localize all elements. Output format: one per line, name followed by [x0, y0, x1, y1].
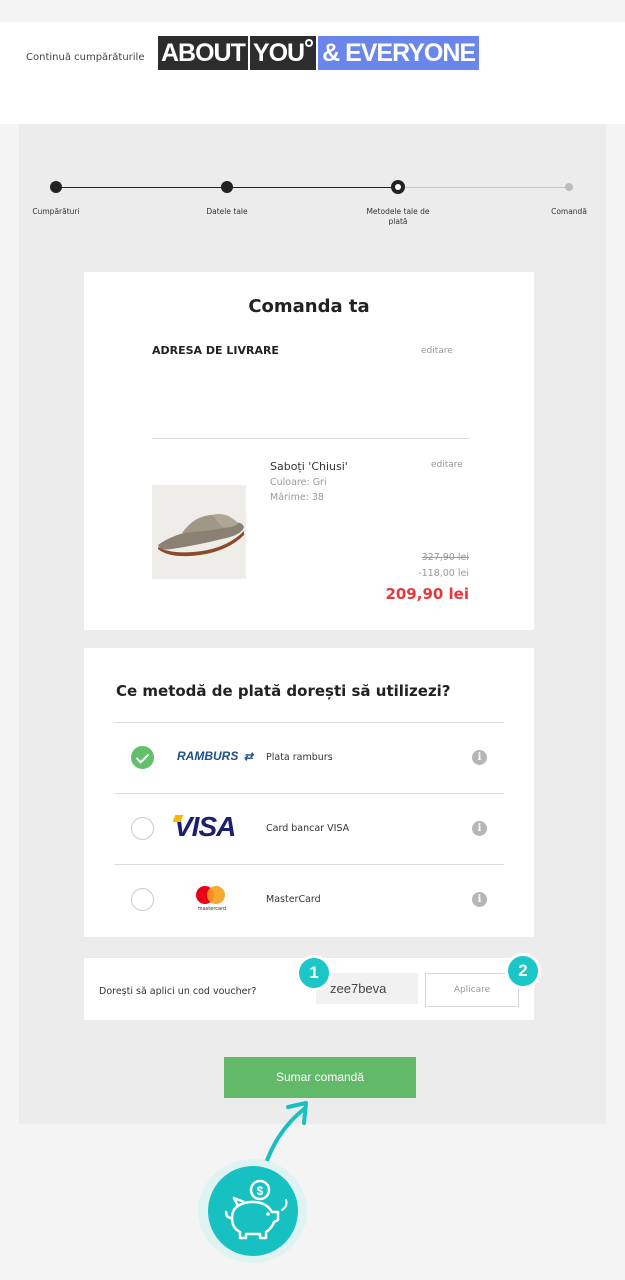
mastercard-logo: mastercard	[194, 886, 230, 914]
payment-option-mastercard[interactable]: mastercard MasterCard i	[114, 864, 504, 934]
product-color: Culoare: Gri	[270, 477, 327, 488]
price-final: 209,90 lei	[385, 585, 469, 603]
radio-mastercard[interactable]	[131, 888, 154, 911]
order-summary-button[interactable]: Sumar comandă	[224, 1057, 416, 1098]
payment-option-visa[interactable]: VISA Card bancar VISA i	[114, 793, 504, 863]
step-badge-2: 2	[505, 953, 541, 989]
svg-text:$: $	[257, 1184, 264, 1198]
info-icon[interactable]: i	[472, 892, 487, 907]
edit-product-link[interactable]: editare	[431, 460, 463, 470]
delivery-address-title: ADRESA DE LIVRARE	[152, 344, 279, 357]
step-2-label: Datele tale	[206, 207, 248, 216]
radio-visa[interactable]	[131, 817, 154, 840]
payment-label-ramburs: Plata ramburs	[266, 752, 333, 763]
price-original: 327,90 lei	[421, 552, 469, 563]
info-icon[interactable]: i	[472, 750, 487, 765]
product-name[interactable]: Saboți 'Chiusi'	[270, 460, 348, 473]
exchange-arrows-icon: ⇄	[243, 751, 253, 763]
continue-shopping-link[interactable]: Continuă cumpărăturile	[26, 52, 145, 63]
visa-logo: VISA	[174, 811, 236, 842]
order-title: Comanda ta	[248, 296, 370, 317]
step-badge-1: 1	[296, 955, 332, 991]
payment-card: Ce metodă de plată dorești să utilizezi?…	[84, 648, 534, 937]
payment-label-mastercard: MasterCard	[266, 894, 321, 905]
edit-address-link[interactable]: editare	[421, 346, 453, 356]
step-1-label: Cumpărături	[32, 207, 80, 216]
payment-label-visa: Card bancar VISA	[266, 823, 350, 834]
step-4-dot	[565, 183, 573, 191]
product-size: Mărime: 38	[270, 492, 324, 503]
voucher-question: Dorești să aplici un cod voucher?	[99, 986, 257, 997]
logo-you: YOU	[249, 36, 317, 70]
ramburs-logo: RAMBURS ⇄	[177, 749, 253, 763]
sandal-icon	[158, 514, 244, 557]
info-icon[interactable]: i	[472, 821, 487, 836]
payment-option-ramburs[interactable]: RAMBURS ⇄ Plata ramburs i	[114, 722, 504, 792]
step-3-dot	[391, 180, 405, 194]
product-image[interactable]	[152, 485, 246, 579]
apply-voucher-button[interactable]: Aplicare	[425, 973, 519, 1007]
piggy-bank-icon: $	[208, 1166, 298, 1256]
step-4-label: Comandă	[551, 207, 587, 216]
price-discount: -118,00 lei	[418, 568, 469, 579]
about-you-logo[interactable]: ABOUT YOU & EVERYONE	[158, 36, 480, 70]
step-1-dot	[50, 181, 62, 193]
order-card: Comanda ta ADRESA DE LIVRARE editare Sab…	[84, 272, 534, 630]
logo-everyone: & EVERYONE	[318, 36, 480, 70]
payment-title: Ce metodă de plată dorești să utilizezi?	[116, 682, 451, 700]
step-2-dot	[221, 181, 233, 193]
order-divider	[152, 438, 469, 439]
radio-ramburs[interactable]	[131, 746, 154, 769]
logo-about: ABOUT	[158, 36, 248, 70]
step-3-label: Metodele tale de plată	[366, 207, 430, 225]
stepper-line-pending	[398, 187, 569, 188]
